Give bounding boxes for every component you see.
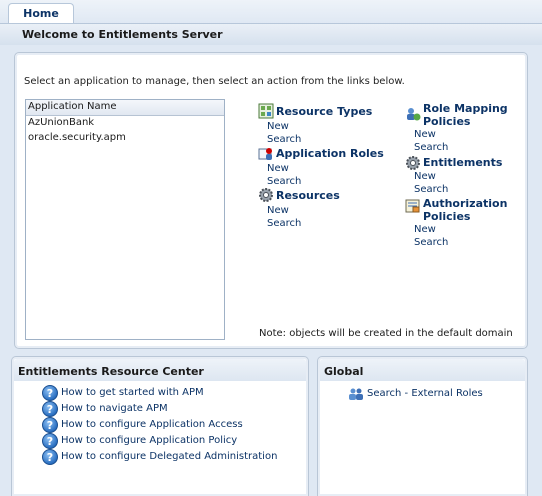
help-icon: ? bbox=[42, 417, 58, 433]
role-mapping-new-link[interactable]: New bbox=[414, 129, 436, 140]
section-title: Resources bbox=[276, 189, 340, 202]
help-link[interactable]: How to get started with APM bbox=[61, 387, 204, 398]
application-table-header[interactable]: Application Name bbox=[26, 100, 224, 116]
section-title: Resource Types bbox=[276, 105, 373, 118]
resource-types-new-link[interactable]: New bbox=[267, 121, 289, 132]
instructions-text: Select an application to manage, then se… bbox=[24, 76, 405, 87]
help-link[interactable]: How to configure Application Access bbox=[61, 419, 243, 430]
resource-types-search-link[interactable]: Search bbox=[267, 134, 301, 145]
section-title: Application Roles bbox=[276, 147, 384, 160]
resources-search-link[interactable]: Search bbox=[267, 218, 301, 229]
application-roles-icon bbox=[258, 148, 272, 160]
global-title: Global bbox=[324, 365, 364, 378]
help-link[interactable]: How to navigate APM bbox=[61, 403, 168, 414]
application-roles-search-link[interactable]: Search bbox=[267, 176, 301, 187]
authorization-policies-new-link[interactable]: New bbox=[414, 224, 436, 235]
resources-new-link[interactable]: New bbox=[267, 205, 289, 216]
tab-strip: Home bbox=[0, 0, 542, 24]
page-title: Welcome to Entitlements Server bbox=[22, 28, 223, 41]
gear-icon bbox=[259, 188, 273, 202]
help-link[interactable]: How to configure Delegated Administratio… bbox=[61, 451, 277, 462]
entitlements-search-link[interactable]: Search bbox=[414, 184, 448, 195]
resource-types-icon bbox=[258, 103, 274, 119]
table-row[interactable]: AzUnionBank bbox=[26, 116, 224, 131]
panel-header: Entitlements Resource Center bbox=[14, 359, 306, 381]
section-title: Authorization bbox=[423, 197, 508, 210]
resource-center-title: Entitlements Resource Center bbox=[18, 365, 204, 378]
authorization-policy-icon bbox=[405, 199, 420, 213]
tab-home[interactable]: Home bbox=[8, 3, 74, 24]
help-icon: ? bbox=[42, 449, 58, 465]
welcome-bar: Welcome to Entitlements Server bbox=[0, 23, 542, 45]
section-title-line-2: Policies bbox=[423, 210, 471, 223]
help-icon: ? bbox=[42, 433, 58, 449]
section-title: Entitlements bbox=[423, 156, 503, 169]
application-roles-new-link[interactable]: New bbox=[267, 163, 289, 174]
help-link[interactable]: How to configure Application Policy bbox=[61, 435, 237, 446]
search-external-roles-link[interactable]: Search - External Roles bbox=[367, 388, 483, 399]
role-mapping-icon bbox=[407, 108, 421, 121]
role-mapping-search-link[interactable]: Search bbox=[414, 142, 448, 153]
default-domain-note: Note: objects will be created in the def… bbox=[259, 328, 513, 339]
entitlements-new-link[interactable]: New bbox=[414, 171, 436, 182]
authorization-policies-search-link[interactable]: Search bbox=[414, 237, 448, 248]
main-panel: Select an application to manage, then se… bbox=[14, 52, 528, 349]
panel-header: Global bbox=[320, 359, 525, 381]
section-title: Role Mapping bbox=[423, 102, 508, 115]
section-title-line-2: Policies bbox=[423, 115, 471, 128]
help-icon: ? bbox=[42, 385, 58, 401]
application-table[interactable]: Application Name AzUnionBank oracle.secu… bbox=[25, 99, 225, 340]
global-panel: Global Search - External Roles bbox=[317, 356, 528, 496]
table-row[interactable]: oracle.security.apm bbox=[26, 131, 224, 146]
resource-center-panel: Entitlements Resource Center ? How to ge… bbox=[11, 356, 309, 496]
help-icon: ? bbox=[42, 401, 58, 417]
users-group-icon bbox=[349, 388, 363, 400]
gear-icon bbox=[406, 156, 420, 170]
